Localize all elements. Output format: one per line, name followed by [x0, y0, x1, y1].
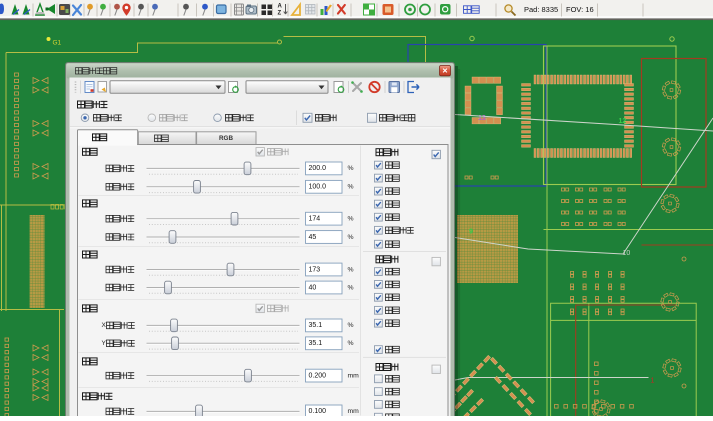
svg-text:%: % [348, 284, 354, 291]
svg-text:mm: mm [348, 408, 360, 415]
svg-text:40: 40 [309, 284, 317, 291]
svg-text:G1: G1 [53, 40, 62, 47]
svg-text:Pad: 8335: Pad: 8335 [524, 5, 558, 14]
svg-text:A: A [278, 4, 283, 10]
svg-text:9: 9 [469, 229, 473, 236]
svg-text:RGB: RGB [219, 135, 233, 142]
svg-text:%: % [348, 165, 354, 172]
svg-text:173: 173 [309, 266, 321, 273]
svg-text:%: % [348, 216, 354, 223]
svg-text:%: % [348, 184, 354, 191]
svg-text:35.1: 35.1 [309, 322, 323, 329]
svg-text:35.1: 35.1 [309, 340, 323, 347]
svg-text:200.0: 200.0 [309, 165, 327, 172]
svg-text:174: 174 [309, 216, 321, 223]
svg-text:100.0: 100.0 [309, 184, 327, 191]
svg-text:Y: Y [102, 340, 107, 347]
svg-text:Z: Z [278, 11, 282, 17]
svg-text:%: % [348, 322, 354, 329]
svg-text:0.100: 0.100 [309, 408, 327, 415]
svg-text:X: X [102, 322, 107, 329]
svg-text:%: % [348, 234, 354, 241]
svg-text:10: 10 [623, 250, 631, 257]
svg-text:12: 12 [619, 118, 627, 125]
svg-text:FOV: 16: FOV: 16 [566, 5, 594, 14]
svg-text:0.200: 0.200 [309, 372, 327, 379]
svg-text:mm: mm [348, 372, 360, 379]
svg-text:1: 1 [651, 378, 655, 385]
svg-text:%: % [348, 266, 354, 273]
svg-text:%: % [348, 340, 354, 347]
svg-text:45: 45 [309, 234, 317, 241]
